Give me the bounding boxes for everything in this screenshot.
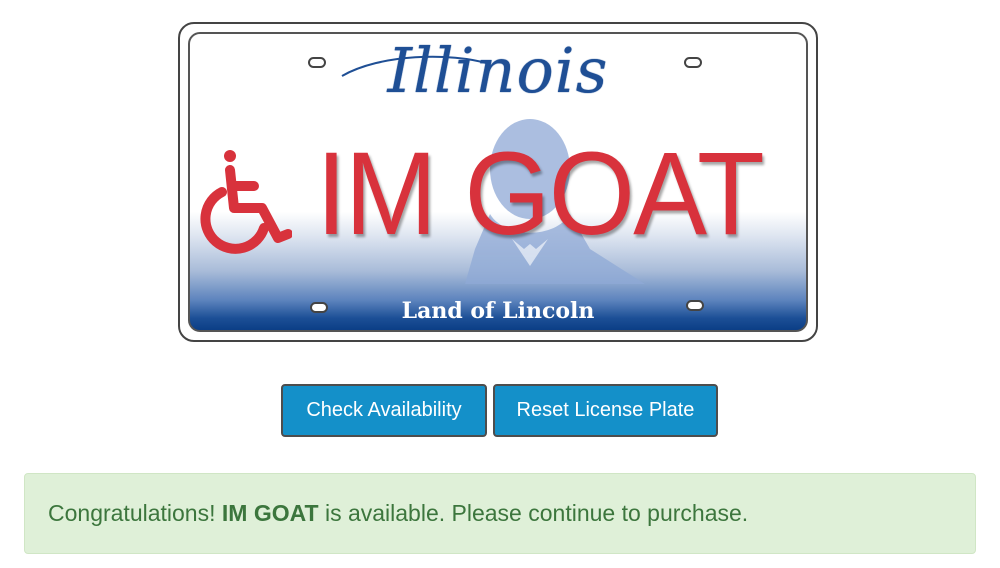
check-availability-button[interactable]: Check Availability — [281, 384, 487, 437]
plate-number-text: IM GOAT — [316, 128, 765, 260]
plate-bolt-hole-icon — [308, 57, 326, 68]
license-plate-preview: Illinois IM GOAT Land of Lincoln — [178, 22, 818, 342]
wheelchair-accessibility-icon — [200, 150, 292, 254]
alert-plate-text: IM GOAT — [221, 500, 319, 526]
alert-message: is available. Please continue to purchas… — [324, 500, 749, 526]
availability-success-alert: Congratulations! IM GOAT is available. P… — [24, 473, 976, 554]
reset-license-plate-button[interactable]: Reset License Plate — [493, 384, 718, 437]
plate-bolt-hole-icon — [310, 302, 328, 313]
page: Illinois IM GOAT Land of Lincoln Check A… — [0, 0, 1000, 568]
plate-bolt-hole-icon — [686, 300, 704, 311]
plate-slogan: Land of Lincoln — [401, 298, 595, 324]
license-plate: Illinois IM GOAT Land of Lincoln — [188, 32, 808, 332]
plate-state-name: Illinois — [387, 34, 609, 107]
plate-bolt-hole-icon — [684, 57, 702, 68]
alert-prefix: Congratulations! — [48, 500, 216, 526]
